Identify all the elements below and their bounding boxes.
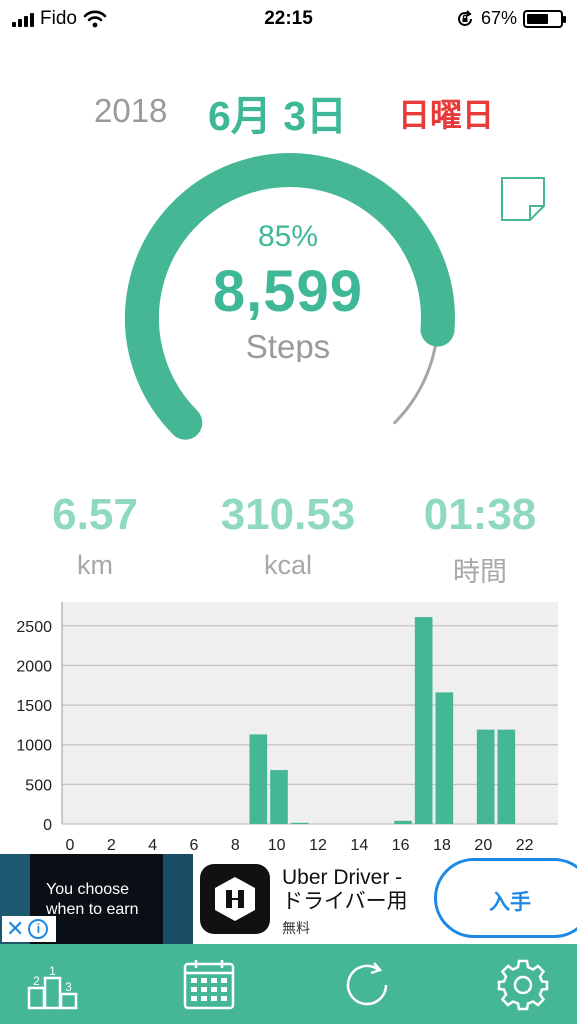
x-tick-label: 12 xyxy=(309,837,327,854)
x-tick-label: 20 xyxy=(474,837,492,854)
ad-tagline: You choose when to earn xyxy=(46,881,139,918)
stats-row: 6.57 km 310.53 kcal 01:38 時間 xyxy=(0,490,577,590)
ranking-icon[interactable]: 2 1 3 xyxy=(26,958,80,1012)
steps-label: Steps xyxy=(245,328,331,362)
ad-app-title: Uber Driver - ドライバー用 xyxy=(282,866,408,914)
refresh-icon[interactable] xyxy=(340,958,394,1012)
ad-app-price: 無料 xyxy=(282,920,310,936)
battery-icon xyxy=(523,9,566,28)
goal-percent: 85% xyxy=(257,220,319,253)
chart-bar xyxy=(414,617,433,824)
x-tick-label: 14 xyxy=(350,837,368,854)
calendar-icon[interactable] xyxy=(182,958,236,1012)
note-icon[interactable] xyxy=(500,176,546,222)
x-tick-label: 6 xyxy=(190,837,199,854)
distance-stat: 6.57 km xyxy=(0,490,195,581)
ad-banner[interactable]: You choose when to earn ✕ i Uber Driver … xyxy=(0,854,577,944)
get-button[interactable]: 入手 xyxy=(434,858,577,938)
x-tick-label: 4 xyxy=(148,837,157,854)
date-label: 6月 3日 xyxy=(208,93,347,139)
y-tick-label: 1500 xyxy=(16,698,52,715)
svg-text:2: 2 xyxy=(33,974,40,988)
distance-value: 6.57 xyxy=(52,490,138,539)
gear-icon[interactable] xyxy=(496,958,550,1012)
x-tick-label: 18 xyxy=(433,837,451,854)
x-tick-label: 0 xyxy=(66,837,75,854)
chart-bar xyxy=(435,692,454,824)
svg-text:1: 1 xyxy=(49,964,56,978)
app-logo[interactable] xyxy=(200,864,270,934)
x-tick-label: 2 xyxy=(107,837,116,854)
chart-bar xyxy=(476,729,495,824)
y-tick-label: 0 xyxy=(43,817,52,834)
time-unit: 時間 xyxy=(453,557,507,587)
weekday-label: 日曜日 xyxy=(398,97,495,133)
close-icon[interactable]: ✕ xyxy=(6,918,24,940)
calories-stat: 310.53 kcal xyxy=(188,490,388,581)
x-tick-label: 22 xyxy=(516,837,534,854)
chart-bar xyxy=(394,820,412,824)
calories-value: 310.53 xyxy=(220,490,356,539)
date-header: 2018 6月 3日 日曜日 xyxy=(0,82,577,142)
x-tick-label: 10 xyxy=(268,837,286,854)
x-tick-label: 16 xyxy=(392,837,410,854)
time-stat: 01:38 時間 xyxy=(380,490,577,589)
y-tick-label: 2000 xyxy=(16,658,52,675)
steps-label-clip: Steps xyxy=(150,328,426,362)
tab-bar: 2 1 3 xyxy=(0,944,577,1024)
rotation-lock-icon xyxy=(458,9,472,26)
status-right: 67% xyxy=(455,8,566,29)
uber-logo-icon xyxy=(215,877,255,921)
status-bar: Fido 22:15 67% xyxy=(0,0,577,40)
battery-level xyxy=(527,13,549,24)
battery-percent: 67% xyxy=(480,8,517,28)
y-tick-label: 500 xyxy=(25,777,52,794)
chart-bar xyxy=(270,770,288,824)
chart-bar xyxy=(290,822,309,824)
ad-image[interactable]: You choose when to earn ✕ i xyxy=(0,854,193,944)
chart-bar xyxy=(497,729,516,824)
calories-unit: kcal xyxy=(263,550,312,580)
year-label: 2018 xyxy=(94,92,168,129)
hourly-steps-chart: 0 500 1000 1500 2000 2500 0 2 4 6 8 10 12 14 16 18 20 22 xyxy=(16,602,558,854)
y-tick-label: 1000 xyxy=(16,738,52,755)
step-count: 8,599 xyxy=(212,259,364,324)
ad-close-controls[interactable]: ✕ i xyxy=(2,916,56,942)
chart-bar xyxy=(249,734,268,824)
info-icon[interactable]: i xyxy=(28,919,49,939)
distance-unit: km xyxy=(77,550,113,580)
y-tick-label: 2500 xyxy=(16,619,52,636)
svg-text:3: 3 xyxy=(65,980,72,994)
ad-title-line1: Uber Driver - xyxy=(282,866,403,889)
x-tick-label: 8 xyxy=(231,837,240,854)
ad-title-line2: ドライバー用 xyxy=(282,890,408,913)
time-value: 01:38 xyxy=(423,490,537,539)
